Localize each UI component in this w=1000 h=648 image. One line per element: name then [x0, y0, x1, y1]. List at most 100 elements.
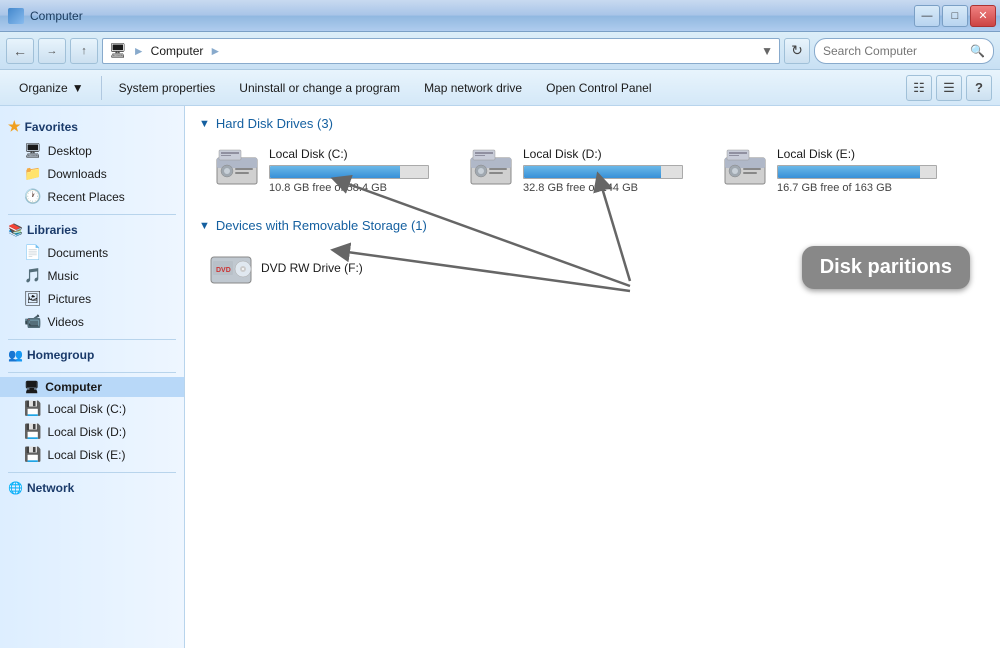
sidebar-local-e-label: Local Disk (E:): [47, 448, 125, 462]
sidebar-videos-label: Videos: [47, 315, 83, 329]
sidebar-computer-label: Computer: [45, 380, 102, 394]
local-c-icon: 💾: [24, 400, 41, 417]
dvd-svg: DVD: [209, 249, 253, 287]
drive-c-info: Local Disk (C:) 10.8 GB free of 58.4 GB: [269, 147, 445, 194]
section-arrow-1: ▼: [199, 118, 210, 130]
title-bar-left: Computer: [8, 8, 83, 24]
system-props-button[interactable]: System properties: [108, 74, 227, 102]
dvd-icon: DVD: [209, 249, 253, 287]
drive-e-item[interactable]: Local Disk (E:) 16.7 GB free of 163 GB: [717, 143, 957, 198]
homegroup-icon: 👥: [8, 348, 23, 362]
sidebar-favorites-header[interactable]: ★ Favorites: [0, 114, 184, 139]
toolbar: Organize ▼ System properties Uninstall o…: [0, 70, 1000, 106]
sidebar-item-music[interactable]: 🎵 Music: [0, 264, 184, 287]
sidebar-favorites-label: Favorites: [25, 120, 78, 134]
sidebar-divider-2: [8, 339, 176, 340]
sidebar-item-documents[interactable]: 📄 Documents: [0, 241, 184, 264]
hard-disks-section-title[interactable]: ▼ Hard Disk Drives (3): [199, 116, 986, 131]
maximize-button[interactable]: □: [942, 5, 968, 27]
view-button[interactable]: ☷: [906, 75, 932, 101]
library-icon: 📚: [8, 223, 23, 237]
sidebar-libraries-header[interactable]: 📚 Libraries: [0, 219, 184, 241]
toolbar-separator-1: [101, 76, 102, 100]
control-panel-button[interactable]: Open Control Panel: [535, 74, 662, 102]
close-button[interactable]: ✕: [970, 5, 996, 27]
refresh-button[interactable]: ↻: [784, 38, 810, 64]
view-button-2[interactable]: ☰: [936, 75, 962, 101]
sidebar-music-label: Music: [47, 269, 78, 283]
sidebar-recent-label: Recent Places: [47, 190, 124, 204]
removable-section: ▼ Devices with Removable Storage (1) DVD: [199, 218, 986, 291]
music-icon: 🎵: [24, 267, 41, 284]
forward-button[interactable]: →: [38, 38, 66, 64]
svg-text:DVD: DVD: [216, 267, 231, 274]
sidebar-libraries-label: Libraries: [27, 223, 78, 237]
sidebar-divider-3: [8, 372, 176, 373]
sidebar-computer-header[interactable]: 🖥 Computer: [0, 377, 184, 397]
window-controls: — □ ✕: [914, 5, 996, 27]
recent-icon: 🕐: [24, 188, 41, 205]
sidebar-divider-4: [8, 472, 176, 473]
drive-e-progress-fill: [778, 166, 920, 178]
sidebar-local-d-label: Local Disk (D:): [47, 425, 126, 439]
sidebar-item-desktop[interactable]: 🖥 Desktop: [0, 139, 184, 162]
downloads-icon: 📁: [24, 165, 41, 182]
address-separator-2: ►: [209, 44, 221, 58]
sidebar-favorites-section: ★ Favorites 🖥 Desktop 📁 Downloads 🕐 Rece…: [0, 114, 184, 208]
sidebar-homegroup-label: Homegroup: [27, 348, 94, 362]
drive-d-progress-bg: [523, 165, 683, 179]
removable-section-title[interactable]: ▼ Devices with Removable Storage (1): [199, 218, 986, 233]
sidebar-homegroup-section: 👥 Homegroup: [0, 344, 184, 366]
drive-d-item[interactable]: Local Disk (D:) 32.8 GB free of 244 GB: [463, 143, 703, 198]
up-button[interactable]: ↑: [70, 38, 98, 64]
local-d-icon: 💾: [24, 423, 41, 440]
drive-c-space: 10.8 GB free of 58.4 GB: [269, 182, 445, 194]
sidebar-documents-label: Documents: [47, 246, 108, 260]
sidebar-item-local-e[interactable]: 💾 Local Disk (E:): [0, 443, 184, 466]
sidebar-network-header[interactable]: 🌐 Network: [0, 477, 184, 499]
search-box[interactable]: 🔍: [814, 38, 994, 64]
sidebar-item-recent[interactable]: 🕐 Recent Places: [0, 185, 184, 208]
sidebar-item-pictures[interactable]: 🖼 Pictures: [0, 287, 184, 310]
documents-icon: 📄: [24, 244, 41, 261]
network-icon: 🌐: [8, 481, 23, 495]
drive-e-name: Local Disk (E:): [777, 147, 953, 161]
drive-e-progress-bg: [777, 165, 937, 179]
sidebar-item-local-d[interactable]: 💾 Local Disk (D:): [0, 420, 184, 443]
dvd-drive-item[interactable]: DVD DVD RW Drive (F:): [199, 245, 986, 291]
help-button[interactable]: ?: [966, 75, 992, 101]
organize-button[interactable]: Organize ▼: [8, 74, 95, 102]
dvd-drive-name: DVD RW Drive (F:): [261, 261, 363, 275]
drive-e-space: 16.7 GB free of 163 GB: [777, 182, 953, 194]
sidebar-item-local-c[interactable]: 💾 Local Disk (C:): [0, 397, 184, 420]
search-input[interactable]: [823, 44, 966, 58]
drive-c-item[interactable]: Local Disk (C:) 10.8 GB free of 58.4 GB: [209, 143, 449, 198]
drive-d-space: 32.8 GB free of 244 GB: [523, 182, 699, 194]
sidebar-network-section: 🌐 Network: [0, 477, 184, 499]
sidebar-item-videos[interactable]: 📹 Videos: [0, 310, 184, 333]
address-bar: ← → ↑ 🖥 ► Computer ► ▼ ↻ 🔍: [0, 32, 1000, 70]
drive-c-progress-fill: [270, 166, 400, 178]
sidebar-local-c-label: Local Disk (C:): [47, 402, 126, 416]
drive-d-progress-fill: [524, 166, 661, 178]
sidebar-network-label: Network: [27, 481, 74, 495]
uninstall-button[interactable]: Uninstall or change a program: [228, 74, 411, 102]
address-dropdown[interactable]: ▼: [761, 44, 773, 58]
drives-grid: Local Disk (C:) 10.8 GB free of 58.4 GB: [199, 143, 986, 198]
sidebar-homegroup-header[interactable]: 👥 Homegroup: [0, 344, 184, 366]
address-separator: ►: [133, 44, 145, 58]
local-e-icon: 💾: [24, 446, 41, 463]
sidebar-item-downloads[interactable]: 📁 Downloads: [0, 162, 184, 185]
window-icon: [8, 8, 24, 24]
removable-title: Devices with Removable Storage (1): [216, 218, 427, 233]
pictures-icon: 🖼: [24, 290, 42, 307]
minimize-button[interactable]: —: [914, 5, 940, 27]
map-drive-button[interactable]: Map network drive: [413, 74, 533, 102]
title-bar: Computer — □ ✕: [0, 0, 1000, 32]
back-button[interactable]: ←: [6, 38, 34, 64]
address-icon: 🖥: [109, 42, 127, 59]
address-field[interactable]: 🖥 ► Computer ► ▼: [102, 38, 780, 64]
sidebar-pictures-label: Pictures: [48, 292, 91, 306]
star-icon: ★: [8, 118, 21, 135]
content-area: ▼ Hard Disk Drives (3): [185, 106, 1000, 648]
